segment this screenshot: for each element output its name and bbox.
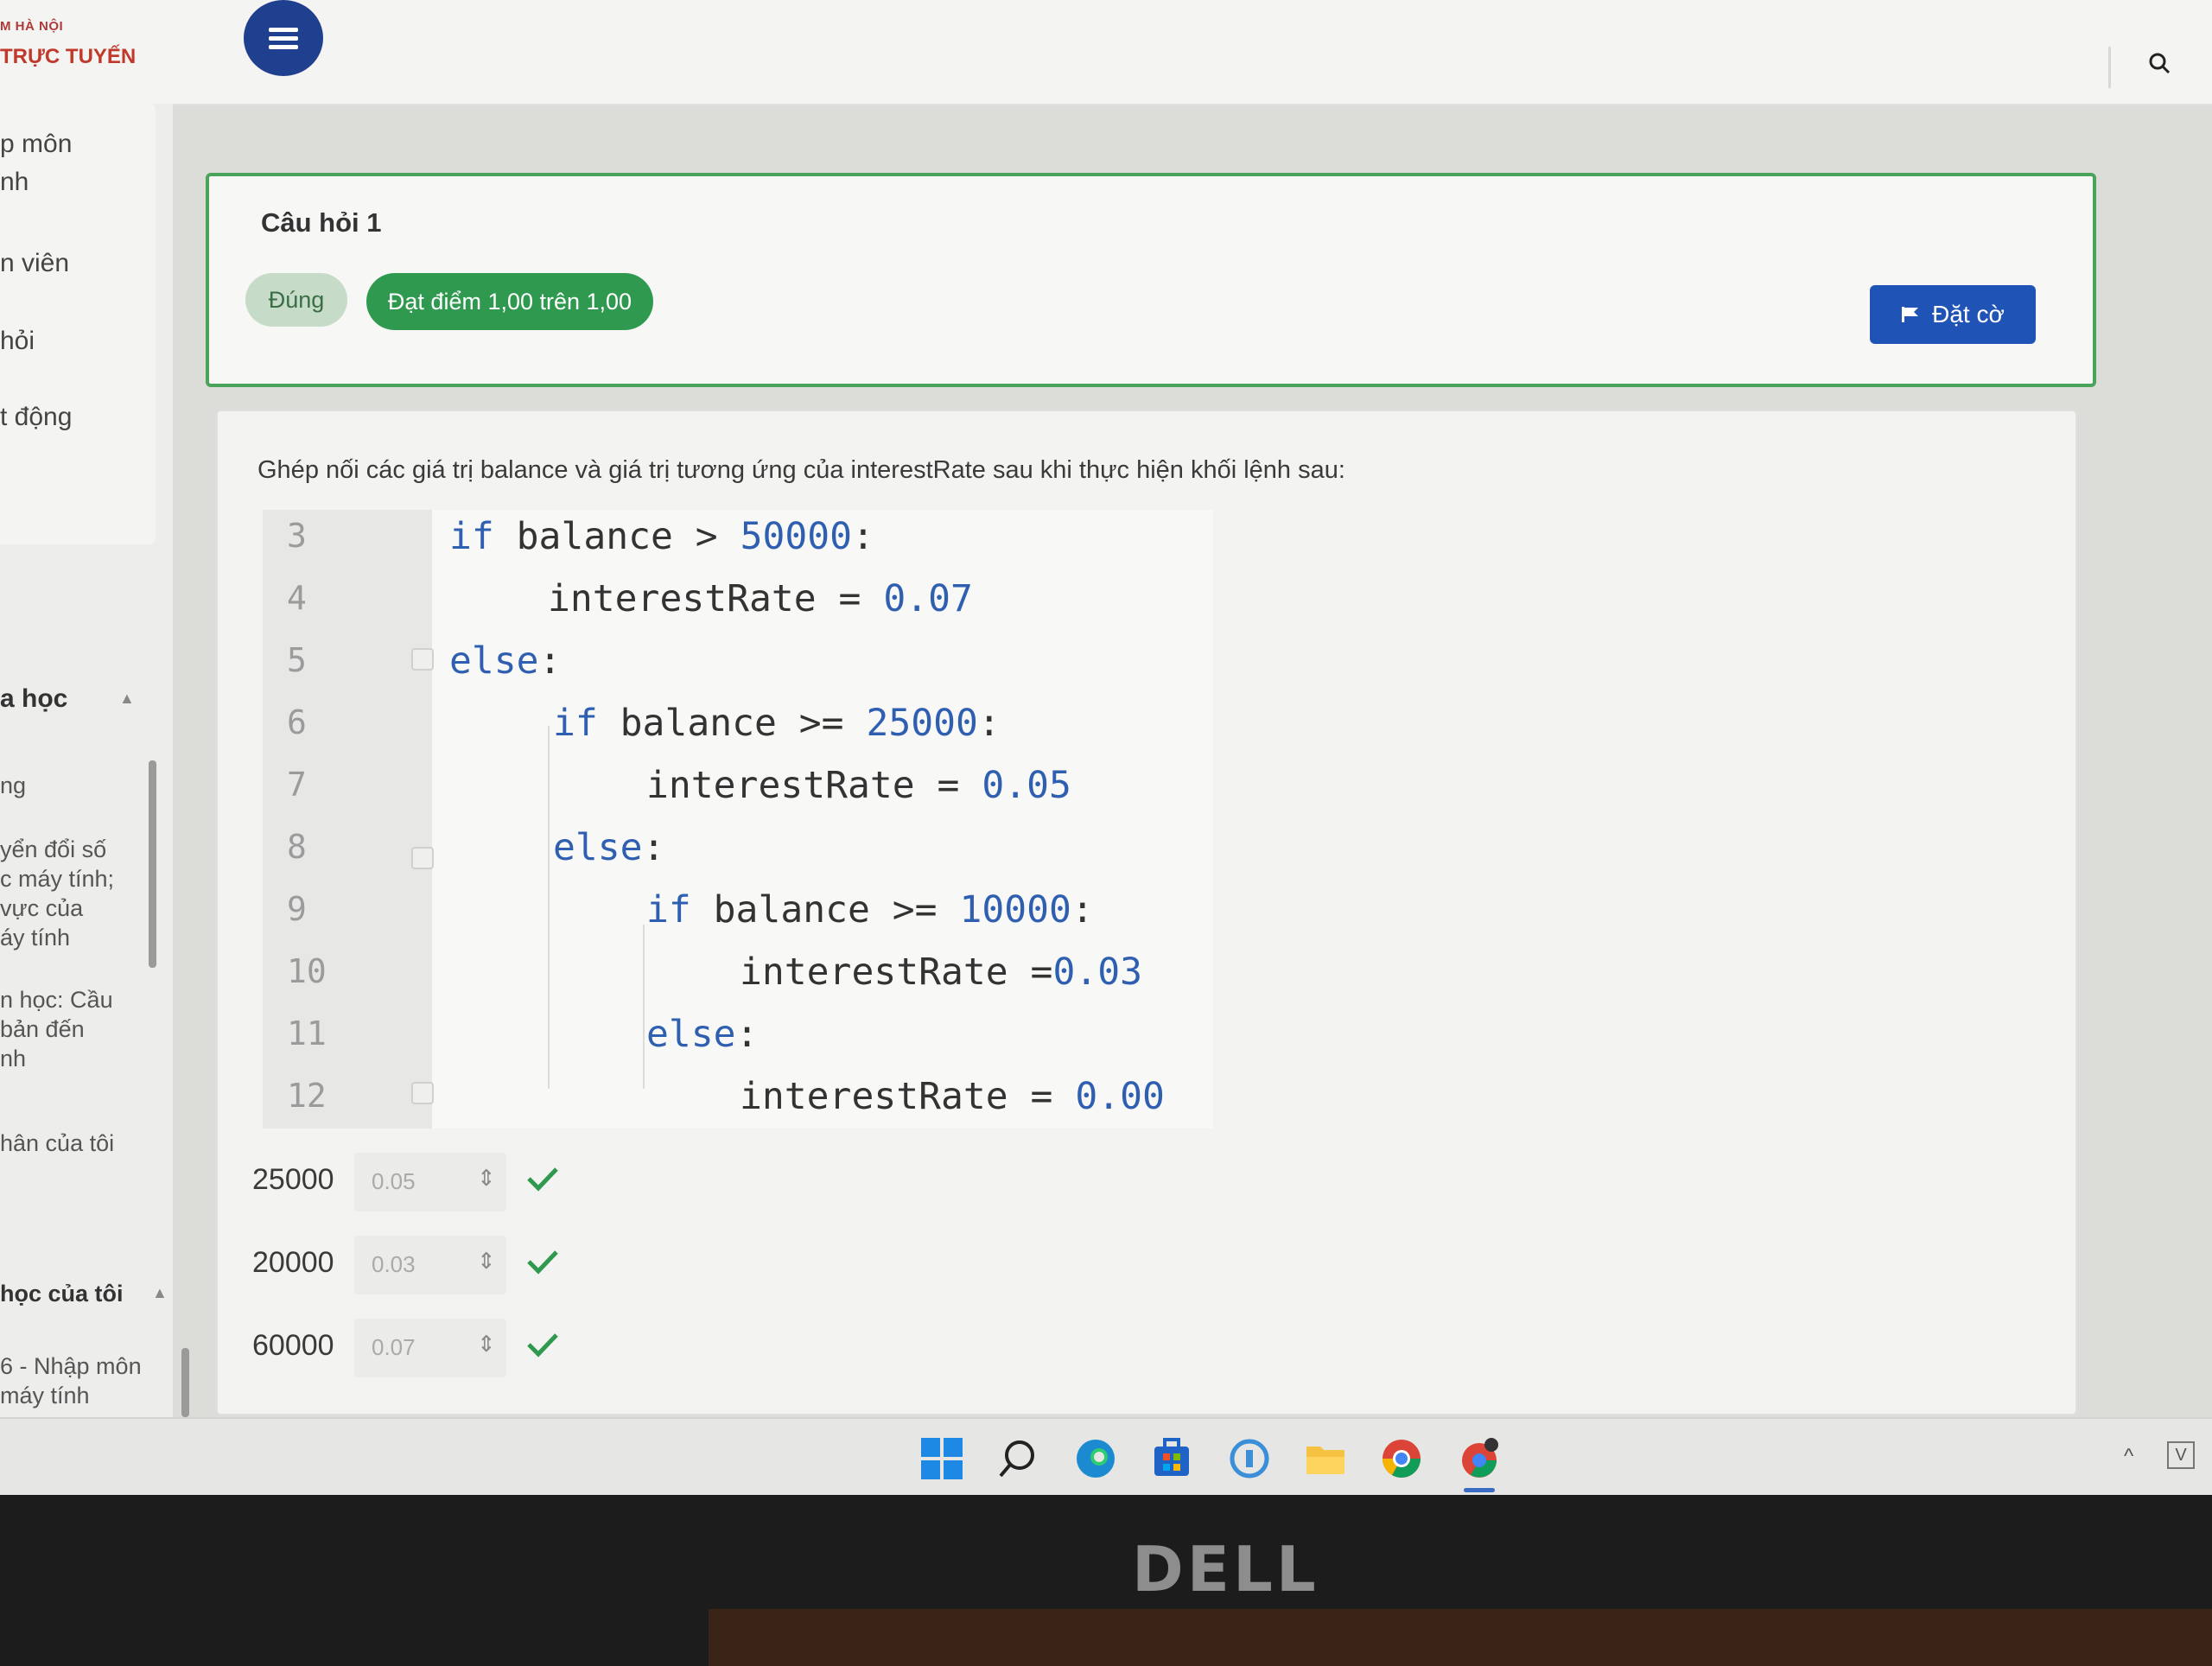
select-arrow-icon: ⇕ bbox=[477, 1331, 496, 1357]
balance-value: 20000 bbox=[252, 1246, 334, 1279]
sidebar-my-course-item[interactable]: máy tính bbox=[0, 1383, 90, 1409]
flag-button-label: Đặt cờ bbox=[1932, 301, 2005, 327]
sidebar-course-item[interactable]: c máy tính; bbox=[0, 866, 114, 893]
site-logo-subtitle: M HÀ NỘI bbox=[0, 19, 64, 34]
monitor-bezel: DELL bbox=[0, 1495, 2212, 1666]
chrome-dev-icon[interactable] bbox=[1457, 1436, 1502, 1481]
search-icon[interactable] bbox=[2148, 52, 2171, 74]
sidebar-course-item[interactable]: ng bbox=[0, 773, 26, 799]
code-line: interestRate =0.03 bbox=[740, 951, 1142, 994]
select-value: 0.03 bbox=[372, 1251, 416, 1277]
chevron-up-icon[interactable]: ▲ bbox=[119, 690, 135, 708]
select-arrow-icon: ⇕ bbox=[477, 1165, 496, 1191]
sidebar-scrollbar[interactable] bbox=[149, 760, 156, 968]
sidebar-item-questions[interactable]: hỏi bbox=[0, 327, 35, 356]
active-app-indicator bbox=[1464, 1488, 1495, 1492]
flag-icon bbox=[1902, 307, 1919, 322]
search-icon[interactable] bbox=[995, 1436, 1040, 1481]
chrome-icon[interactable] bbox=[1379, 1436, 1424, 1481]
top-navbar: M HÀ NỘI TRỰC TUYẾN bbox=[0, 0, 2212, 105]
line-number: 9 bbox=[287, 890, 307, 928]
chevron-up-icon[interactable]: ▲ bbox=[152, 1284, 168, 1302]
site-logo[interactable]: TRỰC TUYẾN bbox=[0, 45, 136, 69]
line-number: 10 bbox=[287, 952, 327, 990]
interest-rate-select[interactable]: 0.07 ⇕ bbox=[354, 1319, 506, 1377]
sidebar-scrollbar[interactable] bbox=[181, 1348, 189, 1417]
sidebar-course-item[interactable]: n học: Cầu bbox=[0, 987, 113, 1014]
indent-guide bbox=[548, 726, 550, 1089]
code-line: if balance >= 25000: bbox=[553, 702, 1001, 745]
balance-value: 25000 bbox=[252, 1163, 334, 1196]
select-value: 0.07 bbox=[372, 1334, 416, 1360]
store-icon[interactable] bbox=[1149, 1436, 1194, 1481]
status-badge: Đúng bbox=[245, 273, 347, 327]
select-arrow-icon: ⇕ bbox=[477, 1248, 496, 1274]
question-prompt: Ghép nối các giá trị balance và giá trị … bbox=[257, 456, 1345, 484]
code-line: else: bbox=[646, 1013, 759, 1056]
sidebar-item-course-intro[interactable]: p môn bbox=[0, 130, 72, 159]
tray-app-icon[interactable]: V bbox=[2167, 1441, 2195, 1469]
fold-marker-icon[interactable] bbox=[411, 847, 434, 869]
code-line: if balance > 50000: bbox=[449, 515, 874, 558]
balance-value: 60000 bbox=[252, 1329, 334, 1362]
checkmark-icon bbox=[527, 1250, 558, 1275]
sidebar-item-course-intro-2[interactable]: nh bbox=[0, 168, 29, 197]
dell-logo: DELL bbox=[1132, 1533, 1319, 1606]
line-number: 3 bbox=[287, 517, 307, 555]
sidebar-item-personal[interactable]: hân của tôi bbox=[0, 1130, 114, 1157]
code-line: interestRate = 0.00 bbox=[740, 1075, 1165, 1118]
sidebar-section-course[interactable]: a học bbox=[0, 684, 67, 714]
fold-marker-icon[interactable] bbox=[411, 1082, 434, 1104]
edge-icon[interactable] bbox=[1073, 1436, 1118, 1481]
sidebar-course-item[interactable]: vực của bbox=[0, 895, 83, 922]
code-line: else: bbox=[553, 826, 665, 869]
menu-icon bbox=[269, 23, 298, 54]
sidebar-my-course-item[interactable]: 6 - Nhập môn bbox=[0, 1353, 142, 1380]
sidebar-toggle-button[interactable] bbox=[244, 0, 323, 76]
line-number: 4 bbox=[287, 579, 307, 617]
select-value: 0.05 bbox=[372, 1168, 416, 1194]
app-circle-icon[interactable] bbox=[1227, 1436, 1272, 1481]
checkmark-icon bbox=[527, 1167, 558, 1192]
checkmark-icon bbox=[527, 1333, 558, 1358]
interest-rate-select[interactable]: 0.03 ⇕ bbox=[354, 1236, 506, 1294]
code-line: interestRate = 0.07 bbox=[548, 577, 973, 620]
line-number: 11 bbox=[287, 1014, 327, 1052]
sidebar-course-item[interactable]: áy tính bbox=[0, 925, 70, 951]
sidebar-course-item[interactable]: nh bbox=[0, 1046, 26, 1072]
line-number: 6 bbox=[287, 703, 307, 741]
windows-start-icon[interactable] bbox=[919, 1436, 964, 1481]
divider bbox=[2108, 47, 2111, 88]
line-number: 7 bbox=[287, 766, 307, 804]
flag-question-button[interactable]: Đặt cờ bbox=[1870, 285, 2036, 344]
question-content: Ghép nối các giá trị balance và giá trị … bbox=[216, 410, 2077, 1415]
code-line: if balance >= 10000: bbox=[646, 888, 1094, 932]
line-number: 12 bbox=[287, 1077, 327, 1115]
question-info-box: Câu hỏi 1 Đúng Đạt điểm 1,00 trên 1,00 Đ… bbox=[206, 173, 2096, 387]
sidebar-course-item[interactable]: yển đổi số bbox=[0, 836, 106, 863]
sidebar-section-my-courses[interactable]: học của tôi bbox=[0, 1281, 124, 1307]
file-explorer-icon[interactable] bbox=[1303, 1436, 1348, 1481]
tray-expand-icon[interactable]: ^ bbox=[2124, 1445, 2133, 1469]
code-block: 3 4 5 6 7 8 9 10 11 12 if balance > 5000… bbox=[263, 510, 1213, 1129]
desk-background bbox=[709, 1609, 2212, 1666]
score-badge: Đạt điểm 1,00 trên 1,00 bbox=[366, 273, 653, 330]
fold-marker-icon[interactable] bbox=[411, 648, 434, 671]
interest-rate-select[interactable]: 0.05 ⇕ bbox=[354, 1153, 506, 1211]
line-number: 8 bbox=[287, 828, 307, 866]
question-title: Câu hỏi 1 bbox=[261, 207, 382, 238]
sidebar-item-members[interactable]: n viên bbox=[0, 249, 69, 278]
windows-taskbar: ^ V bbox=[0, 1417, 2212, 1497]
code-line: interestRate = 0.05 bbox=[646, 764, 1071, 807]
sidebar-item-activities[interactable]: t động bbox=[0, 403, 72, 432]
code-line: else: bbox=[449, 639, 562, 683]
sidebar-course-item[interactable]: bản đến bbox=[0, 1016, 85, 1043]
sidebar: p môn nh n viên hỏi t động a học ▲ ng yể… bbox=[0, 104, 189, 1417]
line-number: 5 bbox=[287, 641, 307, 679]
indent-guide bbox=[643, 925, 645, 1089]
